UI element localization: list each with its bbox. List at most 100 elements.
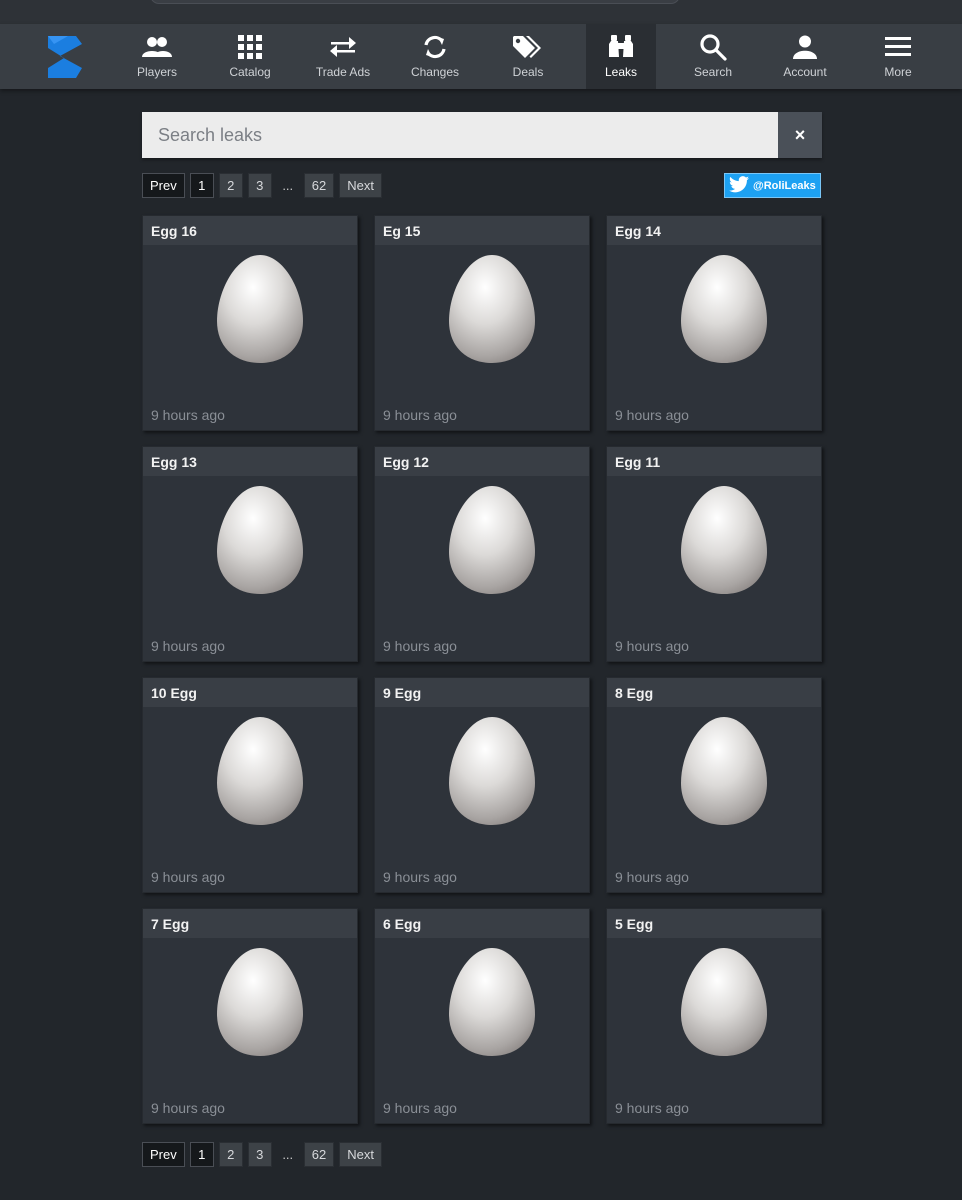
egg-item-image [216, 715, 304, 832]
leak-timestamp: 9 hours ago [615, 1100, 689, 1116]
nav-deals[interactable]: Deals [491, 24, 565, 89]
pagination-ellipsis: ... [282, 1147, 294, 1162]
leak-title: 9 Egg [375, 678, 589, 707]
user-icon [793, 34, 817, 60]
nav-search[interactable]: Search [676, 24, 750, 89]
clear-search-button[interactable]: × [778, 112, 822, 158]
leak-timestamp: 9 hours ago [615, 869, 689, 885]
egg-item-image [216, 253, 304, 370]
binoculars-icon [608, 34, 634, 60]
leak-card[interactable]: Eg 15 9 hours ago [374, 215, 590, 431]
leak-title: Egg 13 [143, 447, 357, 476]
leak-timestamp: 9 hours ago [383, 638, 457, 654]
page-button-2[interactable]: 2 [218, 1142, 243, 1167]
prev-page-button[interactable]: Prev [142, 1142, 185, 1167]
pagination-top: Prev 1 2 3 ... 62 Next [142, 173, 382, 198]
leak-search-bar: × [142, 112, 822, 158]
refresh-icon [421, 34, 449, 60]
leak-title: 5 Egg [607, 909, 821, 938]
nav-label: Leaks [604, 65, 638, 79]
leak-card[interactable]: Egg 11 9 hours ago [606, 446, 822, 662]
leak-grid: Egg 16 9 hours ago Eg 15 9 hours ago Egg 14 9… [142, 215, 822, 1124]
address-bar-edge [150, 0, 680, 4]
nav-account[interactable]: Account [768, 24, 842, 89]
nav-label: Catalog [229, 65, 271, 79]
nav-changes[interactable]: Changes [398, 24, 472, 89]
nav-leaks[interactable]: Leaks [586, 24, 656, 89]
leak-title: Egg 14 [607, 216, 821, 245]
leak-timestamp: 9 hours ago [151, 1100, 225, 1116]
leak-card[interactable]: Egg 12 9 hours ago [374, 446, 590, 662]
next-page-button[interactable]: Next [339, 1142, 382, 1167]
egg-item-image [680, 715, 768, 832]
nav-label: More [884, 65, 912, 79]
nav-catalog[interactable]: Catalog [213, 24, 287, 89]
leak-timestamp: 9 hours ago [383, 869, 457, 885]
egg-item-image [680, 484, 768, 601]
tags-icon [513, 34, 543, 60]
twitter-follow-button[interactable]: @RoliLeaks [724, 173, 821, 198]
egg-item-image [680, 946, 768, 1063]
nav-more[interactable]: More [861, 24, 935, 89]
page-button-1[interactable]: 1 [189, 173, 214, 198]
last-page-button[interactable]: 62 [303, 1142, 335, 1167]
page-button-3[interactable]: 3 [247, 173, 272, 198]
leak-timestamp: 9 hours ago [151, 638, 225, 654]
leak-card[interactable]: Egg 16 9 hours ago [142, 215, 358, 431]
search-icon [699, 34, 727, 61]
leak-card[interactable]: 6 Egg 9 hours ago [374, 908, 590, 1124]
leak-title: 8 Egg [607, 678, 821, 707]
egg-item-image [216, 946, 304, 1063]
leak-card[interactable]: Egg 13 9 hours ago [142, 446, 358, 662]
rolimons-logo-icon[interactable] [44, 34, 86, 80]
leak-timestamp: 9 hours ago [615, 638, 689, 654]
leak-title: Eg 15 [375, 216, 589, 245]
egg-item-image [448, 484, 536, 601]
prev-page-button[interactable]: Prev [142, 173, 185, 198]
grid-icon [238, 34, 262, 60]
nav-label: Account [783, 65, 827, 79]
leak-timestamp: 9 hours ago [151, 869, 225, 885]
leak-card[interactable]: 10 Egg 9 hours ago [142, 677, 358, 893]
leak-card[interactable]: Egg 14 9 hours ago [606, 215, 822, 431]
leak-card[interactable]: 8 Egg 9 hours ago [606, 677, 822, 893]
swap-icon [329, 34, 357, 60]
nav-trade-ads[interactable]: Trade Ads [306, 24, 380, 89]
leak-card[interactable]: 7 Egg 9 hours ago [142, 908, 358, 1124]
page-button-3[interactable]: 3 [247, 1142, 272, 1167]
pagination-bottom: Prev 1 2 3 ... 62 Next [142, 1142, 382, 1167]
egg-item-image [216, 484, 304, 601]
egg-item-image [448, 253, 536, 370]
next-page-button[interactable]: Next [339, 173, 382, 198]
twitter-handle: @RoliLeaks [753, 179, 816, 192]
twitter-bird-icon [729, 175, 749, 196]
leak-timestamp: 9 hours ago [151, 407, 225, 423]
egg-item-image [680, 253, 768, 370]
nav-label: Search [693, 65, 733, 79]
leak-card[interactable]: 9 Egg 9 hours ago [374, 677, 590, 893]
nav-bar: Players Catalog Trade Ads Changes Deals … [0, 24, 962, 89]
page-button-2[interactable]: 2 [218, 173, 243, 198]
leak-timestamp: 9 hours ago [383, 407, 457, 423]
menu-icon [885, 34, 911, 60]
nav-players[interactable]: Players [120, 24, 194, 89]
leak-title: 7 Egg [143, 909, 357, 938]
nav-label: Players [136, 65, 177, 79]
leak-timestamp: 9 hours ago [615, 407, 689, 423]
egg-item-image [448, 715, 536, 832]
leak-timestamp: 9 hours ago [383, 1100, 457, 1116]
nav-label: Trade Ads [315, 65, 371, 79]
leak-title: 6 Egg [375, 909, 589, 938]
leak-title: 10 Egg [143, 678, 357, 707]
nav-label: Deals [512, 65, 544, 79]
page-button-1[interactable]: 1 [189, 1142, 214, 1167]
pagination-ellipsis: ... [282, 178, 294, 193]
last-page-button[interactable]: 62 [303, 173, 335, 198]
leak-title: Egg 16 [143, 216, 357, 245]
leak-title: Egg 12 [375, 447, 589, 476]
leak-title: Egg 11 [607, 447, 821, 476]
search-input[interactable] [142, 112, 778, 158]
leak-card[interactable]: 5 Egg 9 hours ago [606, 908, 822, 1124]
nav-label: Changes [410, 65, 460, 79]
players-icon [141, 34, 173, 60]
